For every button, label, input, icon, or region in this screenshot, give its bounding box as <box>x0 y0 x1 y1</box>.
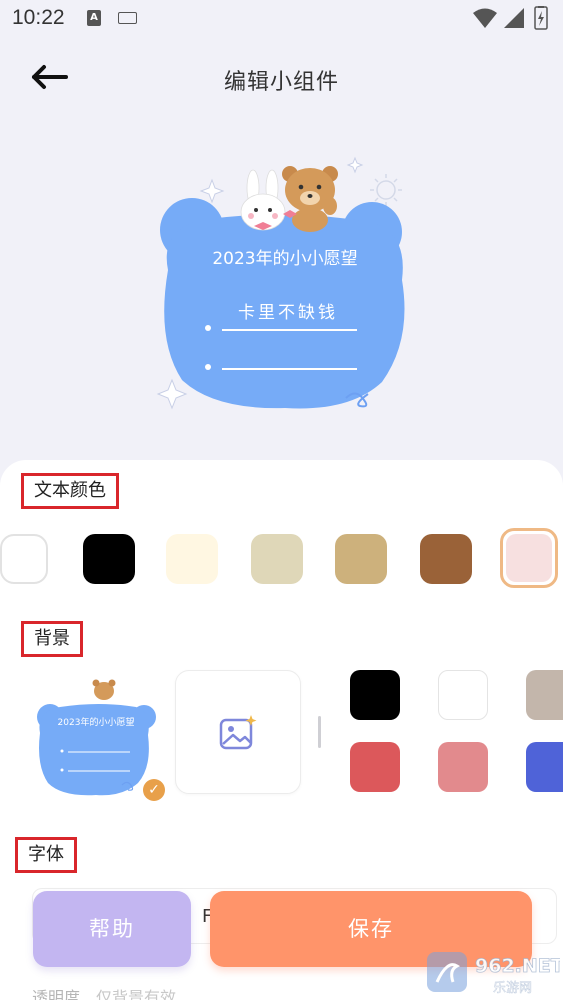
text-color-swatch-brown[interactable] <box>420 534 472 584</box>
image-add-icon <box>219 715 257 750</box>
text-color-swatch-selected[interactable] <box>500 528 558 588</box>
bg-swatch-taupe[interactable] <box>526 670 563 720</box>
widget-title: 2023年的小小愿望 <box>212 249 357 269</box>
sun-doodle-icon <box>370 174 402 206</box>
text-color-swatch-tan[interactable] <box>335 534 387 584</box>
wifi-icon <box>473 8 497 28</box>
bg-swatch-blue[interactable] <box>526 742 563 792</box>
text-color-swatch-pink <box>506 534 552 582</box>
bg-swatch-rose[interactable] <box>438 742 488 792</box>
bunny-icon <box>240 169 286 231</box>
sparkle-icon <box>156 378 188 410</box>
upload-image-button[interactable] <box>175 670 301 794</box>
page-title: 编辑小组件 <box>223 70 339 95</box>
text-color-swatch-black[interactable] <box>83 534 135 584</box>
help-button[interactable]: 帮助 <box>33 891 191 967</box>
text-color-swatch-white[interactable] <box>0 534 48 584</box>
widget-wish-1: 卡里不缺钱 <box>238 303 338 323</box>
bullet-dot <box>205 325 211 331</box>
site-watermark-logo: 962.NET 乐游网 <box>427 952 560 996</box>
notification-a-icon: A <box>87 10 101 26</box>
opacity-note: 仅背景有效 <box>96 988 177 1000</box>
bg-swatch-white[interactable] <box>438 670 488 720</box>
opacity-label: 透明度 <box>32 988 81 1000</box>
widget-preview: 2023年的小小愿望 卡里不缺钱 <box>156 156 405 410</box>
text-color-swatch-cream[interactable] <box>166 534 218 584</box>
watermark-subtext: 乐游网 <box>493 981 532 996</box>
sparkle-icon <box>199 178 225 204</box>
bullet-dot <box>205 364 211 370</box>
keyboard-icon <box>118 12 137 24</box>
bg-swatch-black[interactable] <box>350 670 400 720</box>
sparkle-icon <box>346 156 364 174</box>
header: 编辑小组件 <box>0 38 563 118</box>
thumbnail-title: 2023年的小小愿望 <box>58 716 135 728</box>
check-icon: ✓ <box>143 779 165 801</box>
divider <box>318 716 321 748</box>
background-label: 背景 <box>21 621 83 657</box>
watermark-text: 962.NET <box>475 955 560 977</box>
battery-icon <box>534 6 548 30</box>
font-label: 字体 <box>15 837 77 873</box>
text-color-swatch-beige[interactable] <box>251 534 303 584</box>
status-bar: 10:22 A <box>0 0 563 38</box>
status-indicators <box>473 6 548 30</box>
text-color-label: 文本颜色 <box>21 473 119 509</box>
status-time: 10:22 <box>12 6 65 29</box>
bg-swatch-red[interactable] <box>350 742 400 792</box>
signal-icon <box>504 8 524 28</box>
